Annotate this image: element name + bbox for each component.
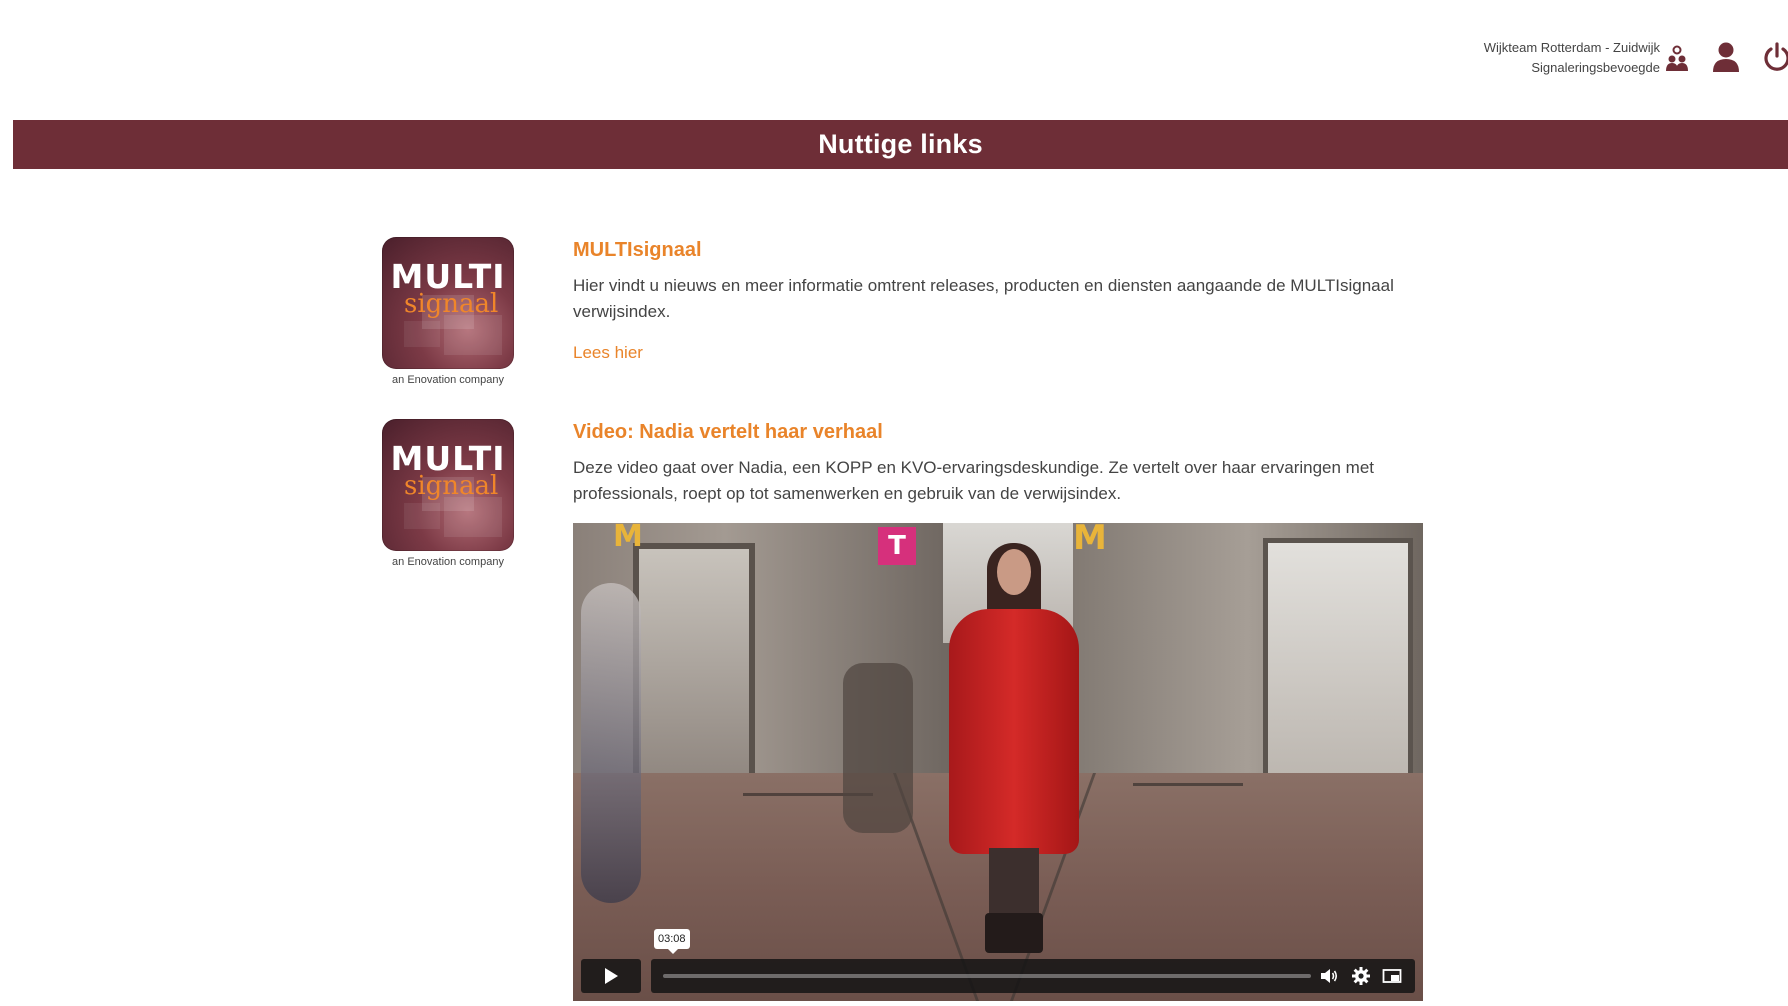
video-controls: 03:08 bbox=[581, 929, 1415, 993]
multisignaal-logo: MULTI signaal bbox=[382, 419, 514, 551]
video-control-bar bbox=[651, 959, 1415, 993]
video-progress-bar[interactable] bbox=[663, 974, 1311, 978]
user-info: Wijkteam Rotterdam - Zuidwijk Signalerin… bbox=[1484, 38, 1660, 78]
video-shop-sign: T bbox=[878, 527, 916, 565]
team-icon[interactable] bbox=[1664, 44, 1690, 72]
logo-caption: an Enovation company bbox=[392, 374, 504, 386]
link-description: Hier vindt u nieuws en meer informatie o… bbox=[573, 276, 1394, 321]
multisignaal-logo: MULTI signaal bbox=[382, 237, 514, 369]
logo-block: MULTI signaal an Enovation company bbox=[382, 419, 514, 568]
team-name: Wijkteam Rotterdam - Zuidwijk bbox=[1483, 40, 1660, 55]
title-bar: Nuttige links bbox=[13, 120, 1788, 169]
read-more-link[interactable]: Lees hier bbox=[573, 343, 643, 363]
power-icon[interactable] bbox=[1760, 40, 1788, 74]
settings-icon[interactable] bbox=[1351, 966, 1371, 986]
person-icon[interactable] bbox=[1710, 40, 1742, 74]
logo-caption: an Enovation company bbox=[392, 556, 504, 568]
page-title: Nuttige links bbox=[818, 129, 983, 159]
video-duration-tooltip: 03:08 bbox=[654, 929, 690, 954]
link-title: MULTIsignaal bbox=[573, 239, 702, 261]
link-description: Deze video gaat over Nadia, een KOPP en … bbox=[573, 458, 1375, 503]
picture-in-picture-icon[interactable] bbox=[1382, 966, 1402, 986]
link-content: MULTIsignaal Hier vindt u nieuws en meer… bbox=[573, 237, 1433, 363]
play-button[interactable] bbox=[581, 959, 641, 993]
volume-icon[interactable] bbox=[1319, 966, 1339, 986]
link-content: Video: Nadia vertelt haar verhaal Deze v… bbox=[573, 419, 1433, 1001]
page: Wijkteam Rotterdam - Zuidwijk Signalerin… bbox=[0, 0, 1788, 1006]
logo-sub: signaal bbox=[404, 289, 499, 319]
logo-sub: signaal bbox=[404, 471, 499, 501]
user-role: Signaleringsbevoegde bbox=[1531, 60, 1660, 75]
video-player[interactable]: M M T 03:08 bbox=[573, 523, 1423, 1001]
play-icon bbox=[605, 968, 618, 984]
link-title: Video: Nadia vertelt haar verhaal bbox=[573, 421, 883, 443]
logo-block: MULTI signaal an Enovation company bbox=[382, 237, 514, 386]
